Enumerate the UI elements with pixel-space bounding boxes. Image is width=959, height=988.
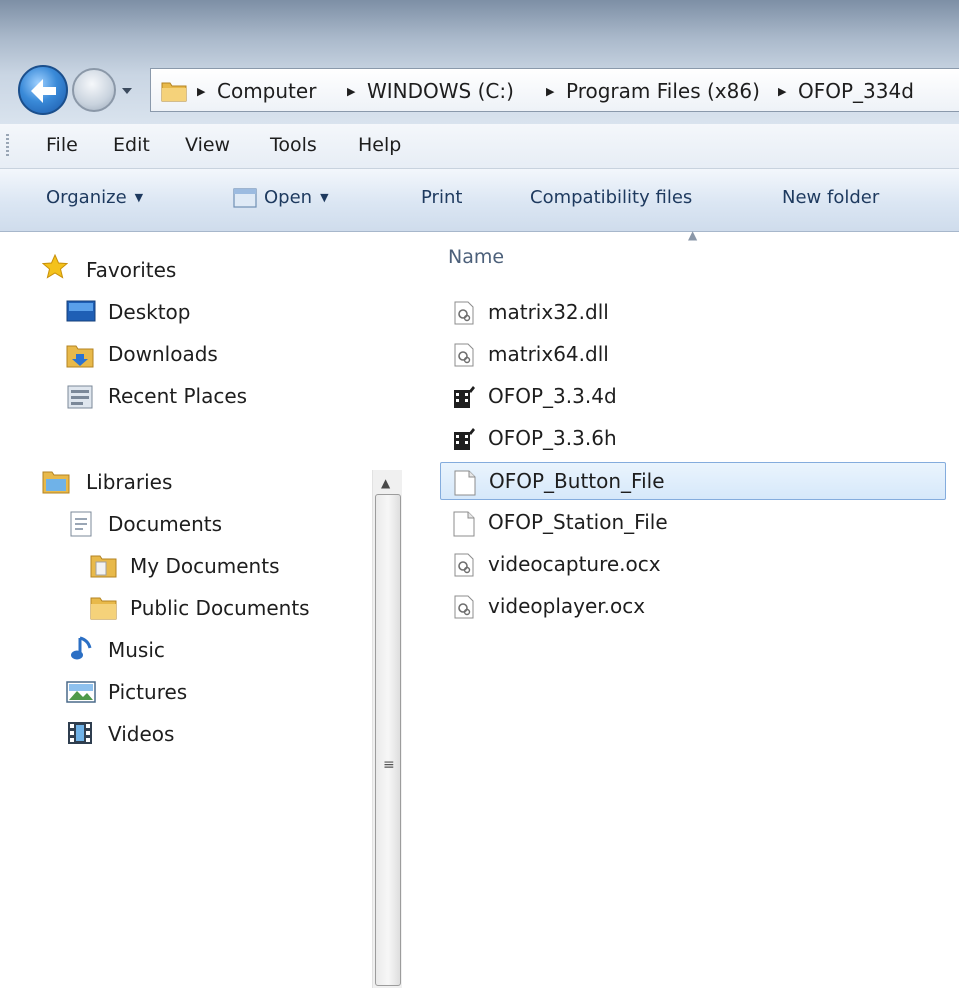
new-folder-button[interactable]: New folder <box>782 187 879 208</box>
downloads-icon <box>66 345 94 368</box>
file-row[interactable]: matrix32.dll <box>440 294 946 332</box>
ocx-file-icon <box>454 595 474 619</box>
file-name: OFOP_3.3.4d <box>488 384 617 408</box>
star-icon <box>42 254 68 279</box>
print-button[interactable]: Print <box>421 187 462 208</box>
nav-recent-places[interactable]: Recent Places <box>108 384 247 408</box>
breadcrumb-separator-icon[interactable]: ▶ <box>197 85 205 98</box>
documents-icon <box>70 511 92 537</box>
nav-videos[interactable]: Videos <box>108 722 174 746</box>
blank-file-icon <box>454 470 476 496</box>
open-button[interactable]: Open ▼ <box>264 187 329 208</box>
folder-icon <box>161 82 187 102</box>
pictures-icon <box>66 681 96 703</box>
dll-file-icon <box>454 343 474 367</box>
nav-pictures[interactable]: Pictures <box>108 680 187 704</box>
menu-bar: File Edit View Tools Help <box>0 124 959 169</box>
desktop-icon <box>66 300 96 322</box>
navigation-scrollbar[interactable]: ▲ ≡ <box>372 470 402 988</box>
file-name: matrix32.dll <box>488 300 609 324</box>
file-row[interactable]: OFOP_3.3.4d <box>440 378 946 416</box>
file-row[interactable]: OFOP_Station_File <box>440 504 946 542</box>
scroll-up-icon[interactable]: ▲ <box>381 476 390 490</box>
dll-file-icon <box>454 301 474 325</box>
nav-favorites[interactable]: Favorites <box>86 258 176 282</box>
breadcrumb-separator-icon[interactable]: ▶ <box>347 85 355 98</box>
recent-places-icon <box>67 385 93 409</box>
sort-ascending-icon: ▲ <box>688 228 698 242</box>
nav-documents[interactable]: Documents <box>108 512 222 536</box>
file-list: ▲ Name matrix32.dll matrix64.dll OFOP_3.… <box>430 228 959 756</box>
scroll-grip-icon: ≡ <box>383 757 395 773</box>
application-icon <box>454 386 475 408</box>
folder-icon <box>90 555 117 578</box>
file-name: OFOP_Station_File <box>488 510 668 534</box>
file-name: matrix64.dll <box>488 342 609 366</box>
breadcrumb-separator-icon[interactable]: ▶ <box>778 85 786 98</box>
menu-view[interactable]: View <box>185 134 230 156</box>
libraries-icon <box>42 471 70 494</box>
videos-icon <box>68 722 92 744</box>
menu-file[interactable]: File <box>46 134 78 156</box>
ocx-file-icon <box>454 553 474 577</box>
nav-desktop[interactable]: Desktop <box>108 300 190 324</box>
menu-grip <box>6 134 9 158</box>
file-row[interactable]: matrix64.dll <box>440 336 946 374</box>
application-icon <box>454 428 475 450</box>
open-label: Open <box>264 187 313 208</box>
back-button[interactable] <box>18 65 68 115</box>
nav-downloads[interactable]: Downloads <box>108 342 218 366</box>
breadcrumb-program-files[interactable]: Program Files (x86) <box>566 79 760 103</box>
file-row[interactable]: videocapture.ocx <box>440 546 946 584</box>
open-file-icon <box>233 188 257 208</box>
breadcrumb-windows-drive[interactable]: WINDOWS (C:) <box>367 79 514 103</box>
menu-tools[interactable]: Tools <box>270 134 317 156</box>
music-icon <box>71 636 92 660</box>
file-name: videoplayer.ocx <box>488 594 646 618</box>
nav-libraries[interactable]: Libraries <box>86 470 172 494</box>
compatibility-files-button[interactable]: Compatibility files <box>530 187 692 208</box>
chevron-down-icon: ▼ <box>320 191 329 204</box>
menu-help[interactable]: Help <box>358 134 401 156</box>
navigation-pane: Favorites Desktop Downloads Recent Place… <box>0 232 430 988</box>
blank-file-icon <box>453 511 475 537</box>
file-row-selected[interactable]: OFOP_Button_File <box>440 462 946 500</box>
title-bar: ▶ Computer ▶ WINDOWS (C:) ▶ Program File… <box>0 0 959 124</box>
breadcrumb-ofop-folder[interactable]: OFOP_334d <box>798 79 914 103</box>
file-row[interactable]: OFOP_3.3.6h <box>440 420 946 458</box>
folder-icon <box>90 597 117 620</box>
file-name: OFOP_3.3.6h <box>488 426 617 450</box>
organize-label: Organize <box>46 187 127 208</box>
recent-pages-dropdown-icon[interactable] <box>120 84 134 98</box>
command-toolbar: Organize ▼ Open ▼ Print Compatibility file… <box>0 169 959 232</box>
nav-public-documents[interactable]: Public Documents <box>130 596 310 620</box>
column-header-name[interactable]: Name <box>448 246 504 268</box>
file-name: OFOP_Button_File <box>489 469 665 493</box>
nav-music[interactable]: Music <box>108 638 165 662</box>
breadcrumb-separator-icon[interactable]: ▶ <box>546 85 554 98</box>
nav-my-documents[interactable]: My Documents <box>130 554 279 578</box>
menu-edit[interactable]: Edit <box>113 134 150 156</box>
organize-button[interactable]: Organize ▼ <box>46 187 143 208</box>
address-bar[interactable]: ▶ Computer ▶ WINDOWS (C:) ▶ Program File… <box>150 68 959 112</box>
chevron-down-icon: ▼ <box>134 191 144 204</box>
file-name: videocapture.ocx <box>488 552 661 576</box>
back-arrow-icon <box>31 79 56 103</box>
breadcrumb-computer[interactable]: Computer <box>217 79 316 103</box>
scroll-thumb[interactable]: ≡ <box>375 494 401 986</box>
forward-button[interactable] <box>72 68 116 112</box>
file-row[interactable]: videoplayer.ocx <box>440 588 946 626</box>
